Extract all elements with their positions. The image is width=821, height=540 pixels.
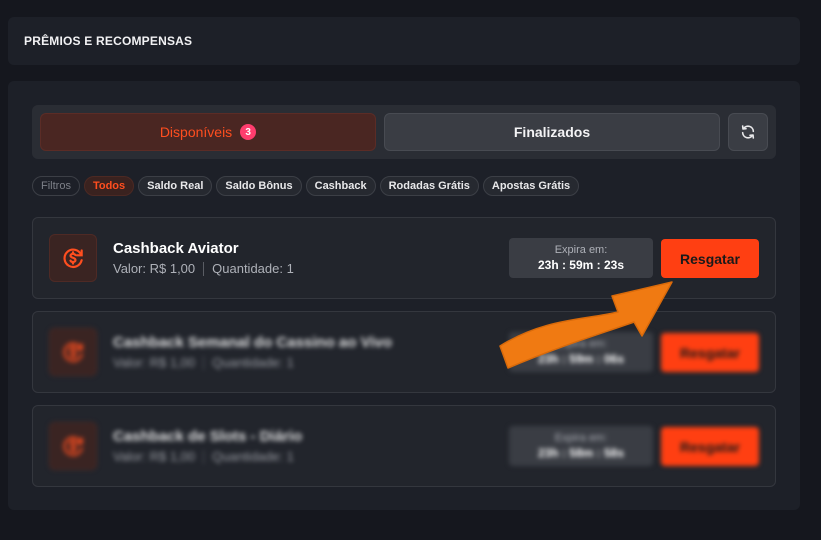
reward-card: Cashback Semanal do Cassino ao Vivo Valo… bbox=[32, 311, 776, 393]
expire-timer: Expira em: 23h : 59m : 23s bbox=[509, 238, 653, 278]
reward-meta: Valor: R$ 1,00 Quantidade: 1 bbox=[113, 355, 294, 370]
reward-card: Cashback Aviator Valor: R$ 1,00 Quantida… bbox=[32, 217, 776, 299]
resgatar-button[interactable]: Resgatar bbox=[661, 239, 759, 278]
filter-chip-todos[interactable]: Todos bbox=[83, 176, 135, 196]
expire-timer: Expira em: 23h : 59m : 06s bbox=[509, 332, 653, 372]
cashback-icon bbox=[63, 436, 83, 457]
reward-value: Valor: R$ 1,00 bbox=[113, 261, 196, 276]
tab-finalizados[interactable]: Finalizados bbox=[384, 113, 720, 151]
reward-title: Cashback Aviator bbox=[113, 240, 239, 257]
filter-chip-apostas-gratis[interactable]: Apostas Grátis bbox=[482, 176, 580, 196]
filter-chip-cashback[interactable]: Cashback bbox=[305, 176, 376, 196]
expire-label: Expira em: bbox=[554, 338, 608, 350]
tab-disponiveis[interactable]: Disponíveis 3 bbox=[40, 113, 376, 151]
refresh-button[interactable] bbox=[728, 113, 768, 151]
reward-icon-box bbox=[49, 234, 97, 282]
tab-bar: Disponíveis 3 Finalizados bbox=[32, 105, 776, 159]
filter-chip-saldo-bonus[interactable]: Saldo Bônus bbox=[216, 176, 302, 196]
meta-divider bbox=[203, 355, 205, 370]
reward-quantity: Quantidade: 1 bbox=[212, 449, 294, 464]
tab-finalizados-label: Finalizados bbox=[513, 124, 591, 140]
reward-value: Valor: R$ 1,00 bbox=[113, 449, 196, 464]
filters-label: Filtros bbox=[32, 176, 80, 196]
refresh-icon bbox=[741, 125, 755, 139]
meta-divider bbox=[203, 261, 205, 276]
expire-label: Expira em: bbox=[554, 432, 608, 444]
meta-divider bbox=[203, 449, 205, 464]
reward-title: Cashback de Slots - Diário bbox=[113, 428, 303, 445]
reward-meta: Valor: R$ 1,00 Quantidade: 1 bbox=[113, 449, 294, 464]
filter-chip-saldo-real[interactable]: Saldo Real bbox=[138, 176, 213, 196]
reward-quantity: Quantidade: 1 bbox=[212, 355, 294, 370]
cashback-icon bbox=[63, 342, 83, 363]
tab-disponiveis-label: Disponíveis bbox=[159, 124, 233, 140]
count-badge: 3 bbox=[240, 124, 257, 140]
cashback-icon bbox=[63, 248, 83, 269]
expire-time: 23h : 58m : 58s bbox=[537, 446, 625, 460]
rewards-panel: Disponíveis 3 Finalizados Filtros Todos … bbox=[8, 81, 800, 510]
expire-timer: Expira em: 23h : 58m : 58s bbox=[509, 426, 653, 466]
reward-card: Cashback de Slots - Diário Valor: R$ 1,0… bbox=[32, 405, 776, 487]
resgatar-button[interactable]: Resgatar bbox=[661, 333, 759, 372]
expire-time: 23h : 59m : 23s bbox=[537, 258, 625, 272]
page-title: PRÊMIOS E RECOMPENSAS bbox=[24, 34, 193, 48]
header-panel: PRÊMIOS E RECOMPENSAS bbox=[8, 17, 800, 65]
expire-time: 23h : 59m : 06s bbox=[537, 352, 625, 366]
reward-icon-box bbox=[49, 422, 97, 470]
reward-icon-box bbox=[49, 328, 97, 376]
reward-quantity: Quantidade: 1 bbox=[212, 261, 294, 276]
expire-label: Expira em: bbox=[554, 244, 608, 256]
filter-bar: Filtros Todos Saldo Real Saldo Bônus Cas… bbox=[32, 176, 580, 196]
resgatar-button[interactable]: Resgatar bbox=[661, 427, 759, 466]
reward-title: Cashback Semanal do Cassino ao Vivo bbox=[113, 334, 392, 351]
filter-chip-rodadas-gratis[interactable]: Rodadas Grátis bbox=[379, 176, 479, 196]
reward-meta: Valor: R$ 1,00 Quantidade: 1 bbox=[113, 261, 294, 276]
reward-value: Valor: R$ 1,00 bbox=[113, 355, 196, 370]
